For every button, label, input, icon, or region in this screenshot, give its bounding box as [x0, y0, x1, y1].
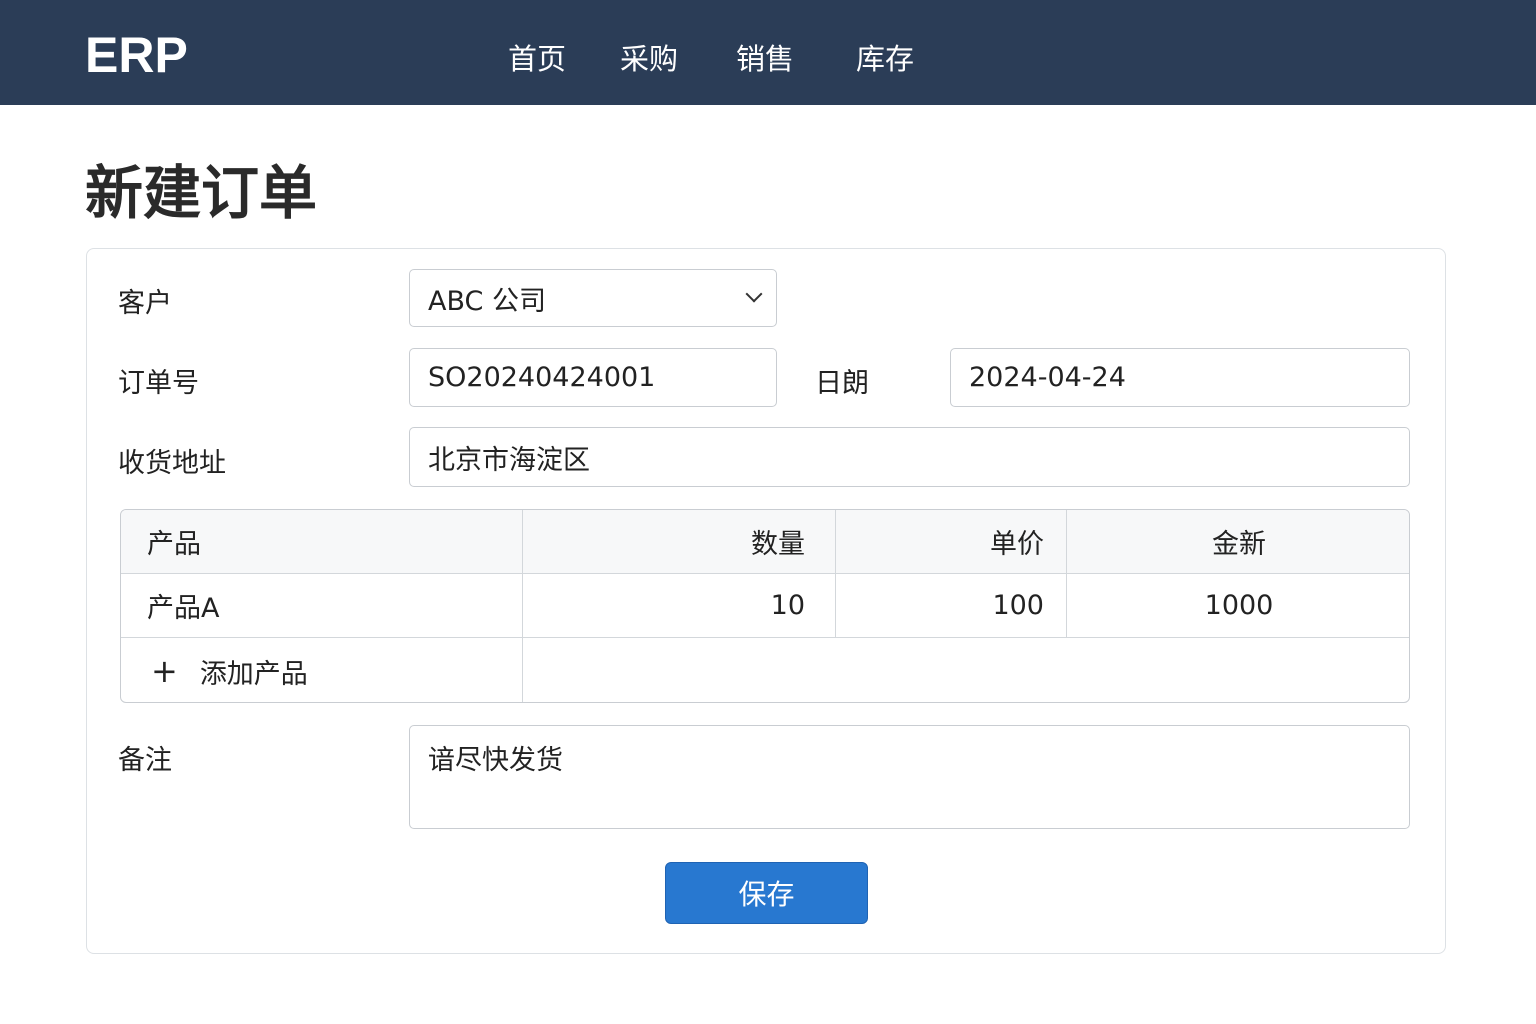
logo[interactable]: ERP — [85, 26, 188, 84]
header-quantity: 数量 — [523, 510, 836, 574]
remark-textarea[interactable]: 谙尽快发货 — [409, 725, 1410, 829]
plus-icon: + — [151, 652, 178, 690]
date-input[interactable]: 2024-04-24 — [950, 348, 1410, 407]
nav-home[interactable]: 首页 — [508, 36, 566, 78]
nav-sales[interactable]: 销售 — [736, 36, 794, 78]
remark-label: 备注 — [118, 745, 172, 776]
row-product[interactable]: 产品A — [121, 574, 523, 638]
page-title: 新建订单 — [85, 159, 318, 227]
order-no-input[interactable]: SO20240424001 — [409, 348, 777, 407]
customer-label: 客户 — [118, 288, 172, 319]
customer-value: ABC 公司 — [428, 285, 546, 317]
add-product-label: 添加产品 — [199, 658, 308, 690]
nav-purchase[interactable]: 采购 — [620, 36, 678, 78]
row-amount: 1000 — [1067, 574, 1409, 638]
nav-inventory[interactable]: 库存 — [856, 36, 914, 78]
chevron-down-icon — [745, 285, 763, 303]
date-label: 日朗 — [815, 368, 869, 399]
row-unit-price[interactable]: 100 — [836, 574, 1067, 638]
order-no-label: 订单号 — [118, 368, 199, 399]
header-amount: 金新 — [1067, 510, 1409, 574]
address-input[interactable]: 北京市海淀区 — [409, 427, 1410, 487]
product-table: 产品 数量 单价 金新 产品A 10 100 1000 + 添加产品 — [120, 509, 1410, 703]
top-nav-bar: ERP 首页 采购 销售 库存 — [0, 0, 1536, 105]
address-label: 收货地址 — [118, 448, 226, 479]
header-unit-price: 单价 — [836, 510, 1067, 574]
add-product-button[interactable]: + 添加产品 — [121, 638, 523, 702]
save-button[interactable]: 保存 — [665, 862, 868, 924]
customer-select[interactable]: ABC 公司 — [409, 269, 777, 327]
row-quantity[interactable]: 10 — [523, 574, 836, 638]
header-product: 产品 — [121, 510, 523, 574]
